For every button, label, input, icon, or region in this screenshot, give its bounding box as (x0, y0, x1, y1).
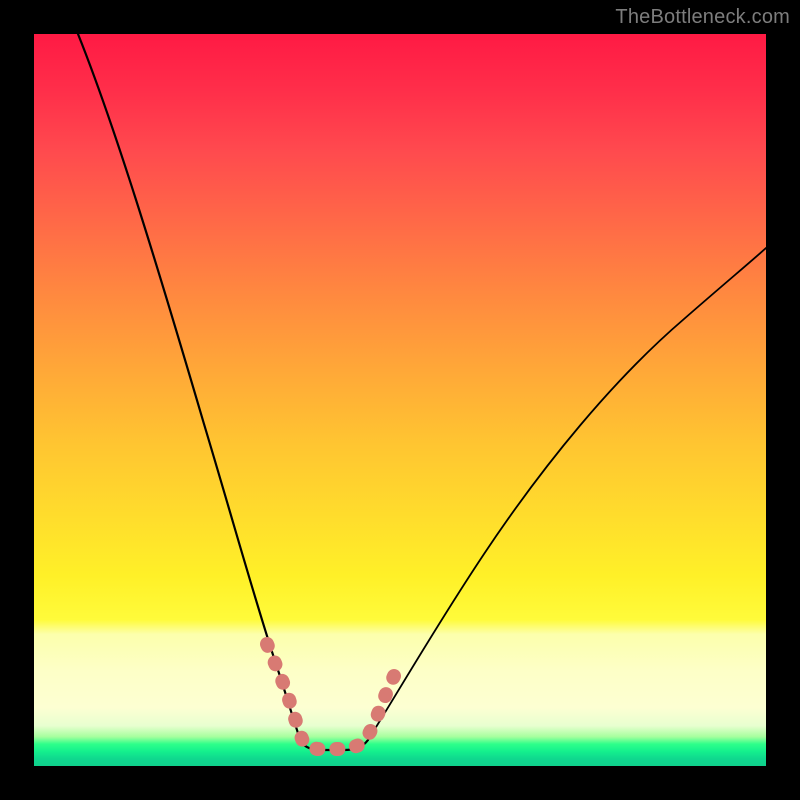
chart-frame: TheBottleneck.com (0, 0, 800, 800)
curve-svg (34, 34, 766, 766)
watermark-text: TheBottleneck.com (615, 6, 790, 29)
valley-marker-dots (267, 644, 394, 749)
curve-left-branch (78, 34, 301, 742)
curve-right-branch (368, 248, 766, 740)
plot-area (34, 34, 766, 766)
